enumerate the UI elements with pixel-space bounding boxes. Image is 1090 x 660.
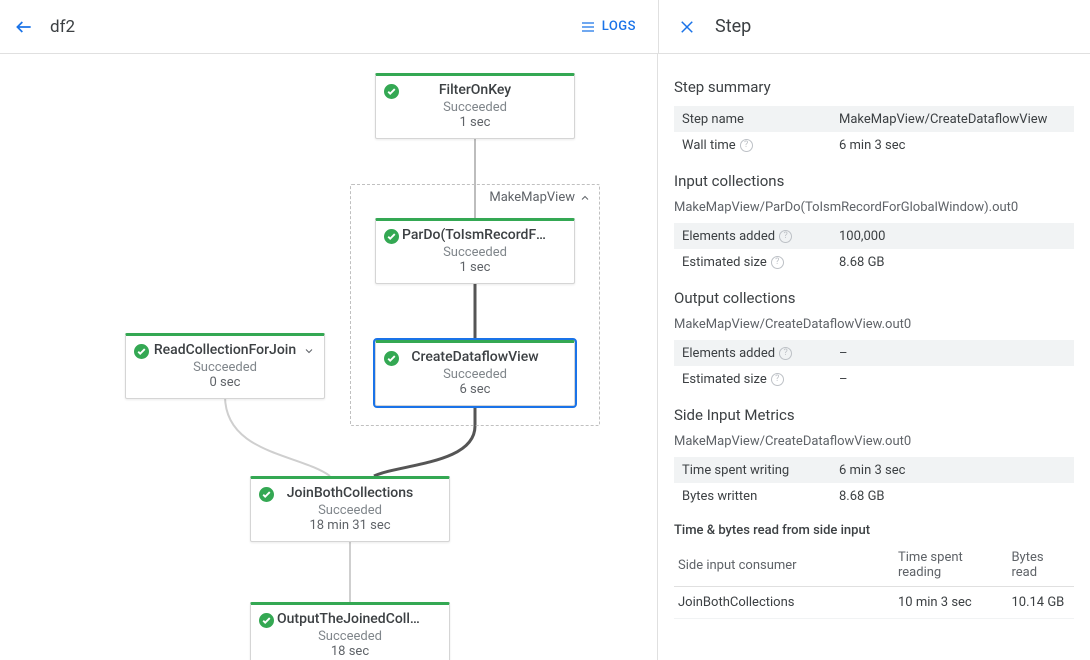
input-collection-path: MakeMapView/ParDo(ToIsmRecordForGlobalWi…	[674, 200, 1074, 215]
output-collections-table: Elements added?– Estimated size?–	[674, 340, 1074, 392]
group-label: MakeMapView	[489, 190, 575, 205]
section-input-collections: Input collections	[674, 172, 1074, 190]
input-elements-label: Elements added?	[674, 223, 839, 249]
chevron-up-icon	[579, 192, 591, 204]
col-consumer: Side input consumer	[674, 544, 894, 587]
step-name-value: MakeMapView/CreateDataflowView	[839, 106, 1074, 132]
bytes-written-label: Bytes written	[674, 483, 839, 509]
node-title: CreateDataflowView	[384, 349, 566, 367]
panel-title: Step	[715, 16, 751, 37]
node-time: 6 sec	[384, 382, 566, 397]
pipeline-graph[interactable]: FilterOnKey Succeeded 1 sec MakeMapView …	[0, 54, 658, 660]
input-size-value: 8.68 GB	[839, 249, 1074, 275]
node-read-collection[interactable]: ReadCollectionForJoin Succeeded 0 sec	[125, 333, 325, 399]
node-title: FilterOnKey	[384, 82, 566, 100]
success-icon	[259, 487, 274, 502]
node-pardo[interactable]: ParDo(ToIsmRecordFor… Succeeded 1 sec	[375, 218, 575, 284]
node-status: Succeeded	[384, 367, 566, 382]
side-input-path: MakeMapView/CreateDataflowView.out0	[674, 434, 1074, 449]
node-title: ParDo(ToIsmRecordFor…	[384, 227, 566, 245]
close-icon	[678, 18, 696, 36]
logs-button[interactable]: LOGS	[570, 13, 646, 41]
job-title: df2	[50, 17, 570, 37]
success-icon	[384, 229, 399, 244]
node-join-both-collections[interactable]: JoinBothCollections Succeeded 18 min 31 …	[250, 476, 450, 542]
step-side-panel: Step summary Step nameMakeMapView/Create…	[658, 54, 1090, 660]
close-panel-button[interactable]	[675, 15, 699, 39]
help-icon[interactable]: ?	[779, 230, 792, 243]
node-filter-on-key[interactable]: FilterOnKey Succeeded 1 sec	[375, 73, 575, 139]
node-title: OutputTheJoinedCollec…	[259, 611, 441, 629]
output-collection-path: MakeMapView/CreateDataflowView.out0	[674, 317, 1074, 332]
wall-time-label: Wall time?	[674, 132, 839, 158]
expand-button[interactable]	[300, 342, 318, 360]
node-time: 1 sec	[384, 260, 566, 275]
row-bytes: 10.14 GB	[1007, 587, 1074, 619]
side-input-read-row: JoinBothCollections 10 min 3 sec 10.14 G…	[674, 587, 1074, 619]
logs-icon	[580, 19, 596, 35]
step-name-label: Step name	[674, 106, 839, 132]
help-icon[interactable]: ?	[740, 139, 753, 152]
section-output-collections: Output collections	[674, 289, 1074, 307]
side-input-write-table: Time spent writing6 min 3 sec Bytes writ…	[674, 457, 1074, 509]
success-icon	[259, 613, 274, 628]
time-writing-label: Time spent writing	[674, 457, 839, 483]
step-summary-table: Step nameMakeMapView/CreateDataflowView …	[674, 106, 1074, 158]
node-title: JoinBothCollections	[259, 485, 441, 503]
output-elements-label: Elements added?	[674, 340, 839, 366]
side-input-read-table: Side input consumer Time spent reading B…	[674, 544, 1074, 619]
back-button[interactable]	[12, 15, 36, 39]
node-title: ReadCollectionForJoin	[134, 342, 316, 360]
node-time: 18 sec	[259, 644, 441, 659]
logs-label: LOGS	[602, 19, 636, 34]
node-time: 18 min 31 sec	[259, 518, 441, 533]
node-output-joined[interactable]: OutputTheJoinedCollec… Succeeded 18 sec	[250, 602, 450, 660]
side-input-read-heading: Time & bytes read from side input	[674, 523, 1074, 538]
input-size-label: Estimated size?	[674, 249, 839, 275]
group-collapse-button[interactable]: MakeMapView	[489, 190, 591, 205]
time-writing-value: 6 min 3 sec	[839, 457, 1074, 483]
help-icon[interactable]: ?	[779, 347, 792, 360]
arrow-left-icon	[14, 17, 34, 37]
input-elements-value: 100,000	[839, 223, 1074, 249]
node-time: 0 sec	[134, 375, 316, 390]
help-icon[interactable]: ?	[771, 256, 784, 269]
section-side-input-metrics: Side Input Metrics	[674, 406, 1074, 424]
bytes-written-value: 8.68 GB	[839, 483, 1074, 509]
col-time-reading: Time spent reading	[894, 544, 1007, 587]
success-icon	[384, 84, 399, 99]
output-elements-value: –	[839, 340, 1074, 366]
output-size-label: Estimated size?	[674, 366, 839, 392]
help-icon[interactable]: ?	[771, 373, 784, 386]
node-time: 1 sec	[384, 115, 566, 130]
node-status: Succeeded	[384, 245, 566, 260]
node-status: Succeeded	[259, 503, 441, 518]
output-size-value: –	[839, 366, 1074, 392]
row-time: 10 min 3 sec	[894, 587, 1007, 619]
node-status: Succeeded	[134, 360, 316, 375]
section-step-summary: Step summary	[674, 78, 1074, 96]
wall-time-value: 6 min 3 sec	[839, 132, 1074, 158]
node-status: Succeeded	[384, 100, 566, 115]
chevron-down-icon	[303, 345, 315, 357]
success-icon	[384, 351, 399, 366]
row-consumer: JoinBothCollections	[674, 587, 894, 619]
col-bytes-read: Bytes read	[1007, 544, 1074, 587]
success-icon	[134, 344, 149, 359]
node-status: Succeeded	[259, 629, 441, 644]
node-create-dataflow-view[interactable]: CreateDataflowView Succeeded 6 sec	[375, 340, 575, 406]
input-collections-table: Elements added?100,000 Estimated size?8.…	[674, 223, 1074, 275]
